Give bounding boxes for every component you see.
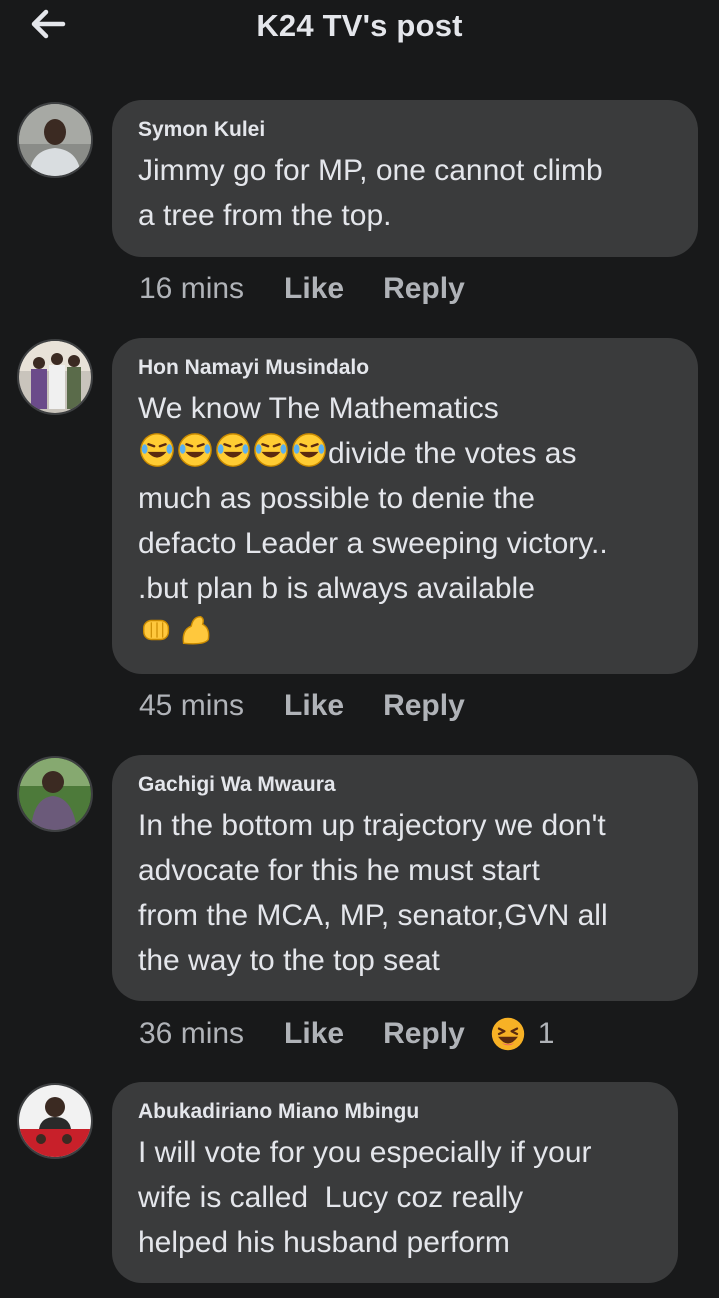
- comment-bubble: Gachigi Wa Mwaura In the bottom up traje…: [112, 755, 698, 1001]
- comment-text-line: We know The Mathematics: [138, 392, 499, 425]
- comment-bubble: Hon Namayi Musindalo We know The Mathema…: [112, 338, 698, 674]
- comment-text: We know The Mathematics divide the votes…: [138, 386, 672, 656]
- reply-button[interactable]: Reply: [383, 272, 465, 306]
- reaction-count: 1: [537, 1017, 555, 1050]
- rolling-laughing-emoji-icon: [216, 433, 250, 467]
- comment-text: Jimmy go for MP, one cannot climb a tree…: [138, 154, 603, 232]
- like-button[interactable]: Like: [284, 272, 344, 306]
- comment-time[interactable]: 36 mins: [139, 1017, 244, 1051]
- comment-author[interactable]: Hon Namayi Musindalo: [138, 356, 672, 380]
- comment-time[interactable]: 16 mins: [139, 272, 244, 306]
- comment-bubble: Symon Kulei Jimmy go for MP, one cannot …: [112, 100, 698, 257]
- comment-actions: 16 mins Like Reply: [139, 272, 504, 306]
- header-bar: K24 TV's post: [0, 0, 719, 60]
- comment-time[interactable]: 45 mins: [139, 689, 244, 723]
- reaction-summary[interactable]: 1: [490, 1016, 555, 1052]
- reply-button[interactable]: Reply: [383, 1017, 465, 1051]
- avatar[interactable]: [17, 339, 93, 415]
- reply-button[interactable]: Reply: [383, 689, 465, 723]
- laughing-emoji-icons: [138, 433, 328, 470]
- flexed-biceps-emoji-icon: [182, 615, 210, 645]
- avatar[interactable]: [17, 756, 93, 832]
- comment-actions: 36 mins Like Reply 1: [139, 1016, 554, 1052]
- comment-author[interactable]: Symon Kulei: [138, 118, 672, 142]
- fist-flex-emoji-icons: [138, 615, 214, 650]
- comment-bubble: Abukadiriano Miano Mbingu I will vote fo…: [112, 1082, 678, 1283]
- page-title: K24 TV's post: [256, 8, 463, 43]
- rolling-laughing-emoji-icon: [254, 433, 288, 467]
- comment-text: In the bottom up trajectory we don't adv…: [138, 809, 608, 977]
- comment-author[interactable]: Abukadiriano Miano Mbingu: [138, 1100, 652, 1124]
- rolling-laughing-emoji-icon: [178, 433, 212, 467]
- fist-emoji-icon: [142, 619, 170, 641]
- avatar[interactable]: [17, 102, 93, 178]
- avatar[interactable]: [17, 1083, 93, 1159]
- rolling-laughing-emoji-icon: [292, 433, 326, 467]
- like-button[interactable]: Like: [284, 1017, 344, 1051]
- comment-text: I will vote for you especially if your w…: [138, 1136, 592, 1259]
- rolling-laughing-emoji-icon: [140, 433, 174, 467]
- haha-icon: [491, 1017, 524, 1051]
- comment-author[interactable]: Gachigi Wa Mwaura: [138, 773, 672, 797]
- comment-actions: 45 mins Like Reply: [139, 689, 504, 723]
- like-button[interactable]: Like: [284, 689, 344, 723]
